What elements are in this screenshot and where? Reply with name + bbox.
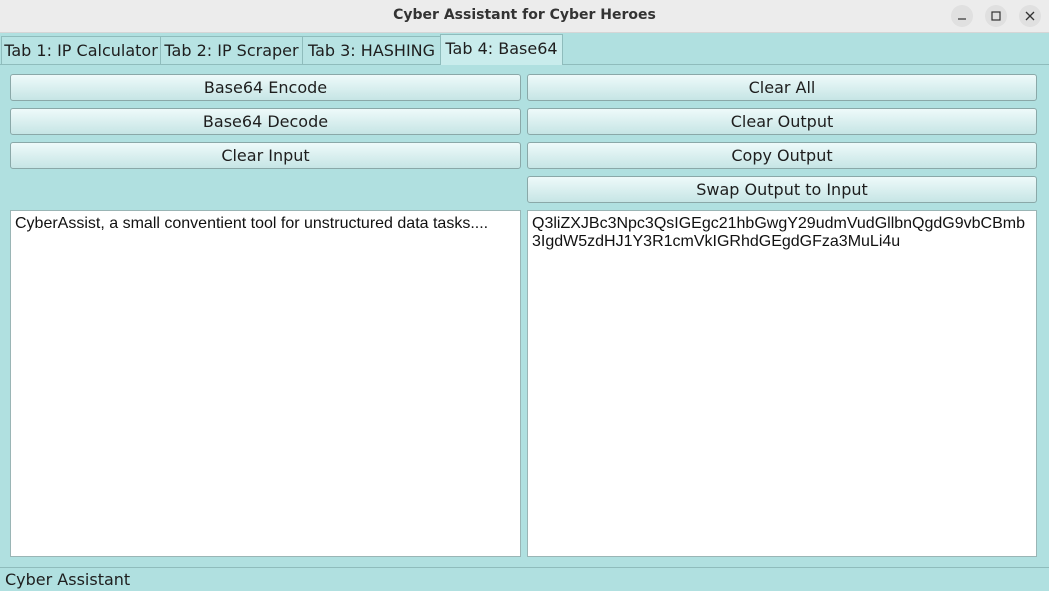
tab-ip-scraper[interactable]: Tab 2: IP Scraper bbox=[160, 36, 303, 64]
tab-base64[interactable]: Tab 4: Base64 bbox=[440, 34, 563, 65]
app-window: Cyber Assistant for Cyber Heroes Tab 1: … bbox=[0, 0, 1049, 591]
clear-input-button[interactable]: Clear Input bbox=[10, 142, 521, 169]
output-textarea[interactable]: Q3liZXJBc3Npc3QsIGEgc21hbGwgY29udmVudGll… bbox=[527, 210, 1037, 557]
clear-output-button[interactable]: Clear Output bbox=[527, 108, 1037, 135]
base64-decode-button[interactable]: Base64 Decode bbox=[10, 108, 521, 135]
base64-encode-button[interactable]: Base64 Encode bbox=[10, 74, 521, 101]
minimize-icon bbox=[958, 18, 966, 20]
close-icon bbox=[1025, 11, 1035, 21]
tab-ip-calculator[interactable]: Tab 1: IP Calculator bbox=[1, 36, 161, 64]
tab-bar: Tab 1: IP Calculator Tab 2: IP Scraper T… bbox=[0, 33, 1049, 65]
clear-all-button[interactable]: Clear All bbox=[527, 74, 1037, 101]
title-bar[interactable]: Cyber Assistant for Cyber Heroes bbox=[0, 0, 1049, 33]
input-textarea[interactable]: CyberAssist, a small conventient tool fo… bbox=[10, 210, 521, 557]
minimize-button[interactable] bbox=[951, 5, 973, 27]
swap-output-to-input-button[interactable]: Swap Output to Input bbox=[527, 176, 1037, 203]
close-button[interactable] bbox=[1019, 5, 1041, 27]
status-text: Cyber Assistant bbox=[5, 570, 131, 589]
status-bar: Cyber Assistant bbox=[0, 567, 1049, 591]
tab-hashing[interactable]: Tab 3: HASHING bbox=[302, 36, 441, 64]
window-title: Cyber Assistant for Cyber Heroes bbox=[393, 7, 656, 23]
maximize-button[interactable] bbox=[985, 5, 1007, 27]
maximize-icon bbox=[991, 11, 1001, 21]
copy-output-button[interactable]: Copy Output bbox=[527, 142, 1037, 169]
